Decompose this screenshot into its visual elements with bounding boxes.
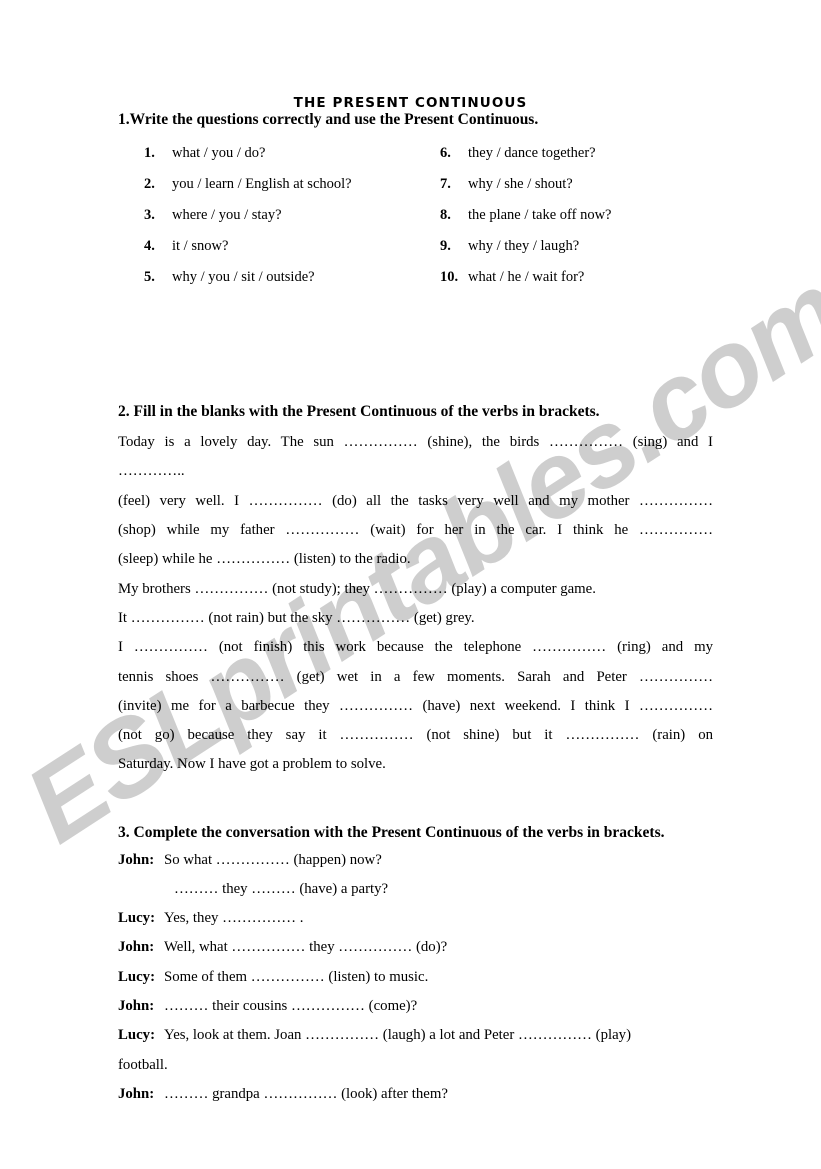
dialogue-text: Some of them …………… (listen) to music. (164, 968, 429, 985)
dialogue-line: John: So what …………… (happen) now? (118, 846, 718, 875)
speaker-label: Lucy: (118, 1027, 155, 1044)
item-text: why / you / sit / outside? (172, 269, 315, 286)
list-item: 4. it / snow? (144, 239, 432, 254)
exercise-2-heading: 2. Fill in the blanks with the Present C… (118, 403, 600, 421)
dialogue-text: ……… their cousins …………… (come)? (164, 997, 418, 1014)
paragraph-line: (invite) me for a barbecue they …………… (h… (118, 697, 713, 714)
page-title: THE PRESENT CONTINUOUS (293, 95, 528, 111)
paragraph-line: I …………… (not finish) this work because t… (118, 639, 713, 656)
speaker-label: Lucy: (118, 968, 155, 985)
list-item: 7. why / she / shout? (440, 177, 728, 192)
dialogue-text: Yes, they …………… . (164, 910, 304, 927)
list-item: 1. what / you / do? (144, 146, 432, 161)
dialogue-line: Lucy: Yes, they …………… . (118, 904, 718, 933)
question-column-left: 1. what / you / do? 2. you / learn / Eng… (118, 146, 432, 301)
paragraph-line: My brothers …………… (not study); they …………… (118, 580, 596, 597)
item-text: why / she / shout? (468, 176, 573, 193)
paragraph-line: ………….. (118, 463, 185, 480)
list-item: 2. you / learn / English at school? (144, 177, 432, 192)
list-item: 10. what / he / wait for? (440, 270, 728, 285)
paragraph-line: Saturday. Now I have got a problem to so… (118, 756, 386, 773)
list-item: 5. why / you / sit / outside? (144, 270, 432, 285)
speaker-label: John: (118, 939, 155, 956)
exercise-2-paragraph: Today is a lovely day. The sun …………… (sh… (118, 428, 713, 780)
exercise-1-questions: 1. what / you / do? 2. you / learn / Eng… (118, 146, 728, 301)
item-number: 6. (440, 145, 451, 162)
item-number: 8. (440, 207, 451, 224)
item-number: 2. (144, 176, 155, 193)
dialogue-line: football. (118, 1051, 718, 1080)
paragraph-line: Today is a lovely day. The sun …………… (sh… (118, 434, 713, 451)
dialogue-text: ……… grandpa …………… (look) after them? (164, 1085, 448, 1102)
list-item: 3. where / you / stay? (144, 208, 432, 223)
item-number: 3. (144, 207, 155, 224)
list-item: 6. they / dance together? (440, 146, 728, 161)
dialogue-text: football. (118, 1056, 168, 1073)
paragraph-line: (feel) very well. I …………… (do) all the t… (118, 492, 713, 509)
speaker-label: John: (118, 997, 155, 1014)
item-number: 7. (440, 176, 451, 193)
item-number: 10. (440, 269, 459, 286)
item-text: what / you / do? (172, 145, 266, 162)
dialogue-line: Lucy: Some of them …………… (listen) to musi… (118, 963, 718, 992)
item-text: it / snow? (172, 238, 229, 255)
dialogue-text: Yes, look at them. Joan …………… (laugh) a … (164, 1027, 631, 1044)
paragraph-line: (not go) because they say it …………… (not … (118, 727, 713, 744)
paragraph-line: (sleep) while he …………… (listen) to the r… (118, 551, 411, 568)
dialogue-line: John: ……… their cousins …………… (come)? (118, 992, 718, 1021)
item-text: what / he / wait for? (468, 269, 585, 286)
item-number: 1. (144, 145, 155, 162)
dialogue-text: So what …………… (happen) now? (164, 851, 382, 868)
exercise-3-heading: 3. Complete the conversation with the Pr… (118, 823, 665, 841)
item-text: they / dance together? (468, 145, 596, 162)
dialogue-line: John: Well, what …………… they …………… (do)? (118, 933, 718, 962)
item-text: you / learn / English at school? (172, 176, 352, 193)
worksheet-page: ESLprintables.com THE PRESENT CONTINUOUS… (0, 0, 821, 1169)
speaker-label: Lucy: (118, 910, 155, 927)
list-item: 9. why / they / laugh? (440, 239, 728, 254)
dialogue-text: Well, what …………… they …………… (do)? (164, 939, 448, 956)
dialogue-text: ……… they ……… (have) a party? (174, 880, 389, 897)
item-text: why / they / laugh? (468, 238, 580, 255)
question-column-right: 6. they / dance together? 7. why / she /… (432, 146, 728, 301)
dialogue-line: John: ……… grandpa …………… (look) after them… (118, 1080, 718, 1109)
item-number: 4. (144, 238, 155, 255)
exercise-3-conversation: John: So what …………… (happen) now? ……… the… (118, 846, 718, 1110)
exercise-1-heading: 1.Write the questions correctly and use … (118, 110, 539, 128)
paragraph-line: tennis shoes …………… (get) wet in a few mo… (118, 668, 713, 685)
paragraph-line: It …………… (not rain) but the sky …………… (g… (118, 609, 475, 626)
item-text: the plane / take off now? (468, 207, 612, 224)
item-number: 9. (440, 238, 451, 255)
list-item: 8. the plane / take off now? (440, 208, 728, 223)
item-number: 5. (144, 269, 155, 286)
item-text: where / you / stay? (172, 207, 282, 224)
dialogue-line: ……… they ……… (have) a party? (118, 875, 718, 904)
paragraph-line: (shop) while my father …………… (wait) for … (118, 522, 713, 539)
dialogue-line: Lucy: Yes, look at them. Joan …………… (laug… (118, 1021, 718, 1050)
speaker-label: John: (118, 851, 155, 868)
worksheet-content: THE PRESENT CONTINUOUS 1.Write the quest… (0, 0, 821, 1109)
speaker-label: John: (118, 1085, 155, 1102)
